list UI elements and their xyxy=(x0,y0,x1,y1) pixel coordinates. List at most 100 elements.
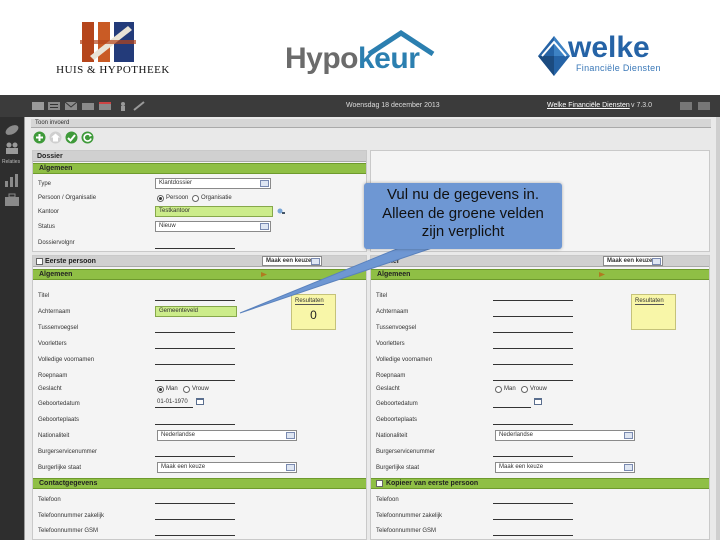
telefoon-gsm-input[interactable] xyxy=(155,535,235,536)
dossier-header: Dossier xyxy=(33,151,366,162)
p2-volledige-voornamen-input[interactable] xyxy=(493,364,573,365)
status-select[interactable]: Nieuw xyxy=(155,221,271,232)
house-icon[interactable] xyxy=(49,131,62,144)
hypokeur-logo: Hypokeur xyxy=(285,30,445,80)
geslacht-label: Geslacht xyxy=(38,386,62,392)
person1-panel: Eerste persoon Maak een keuze Algemeen T… xyxy=(32,255,367,540)
voorletters-label: Voorletters xyxy=(38,341,67,347)
calendar-icon[interactable] xyxy=(99,101,111,111)
lookup-icon[interactable] xyxy=(277,208,285,215)
add-icon[interactable] xyxy=(33,131,46,144)
tussenvoegsel-input[interactable] xyxy=(155,332,235,333)
folder-icon[interactable] xyxy=(82,101,94,111)
callout-line-2: Alleen de groene velden xyxy=(382,204,544,222)
p2-burgerservicenummer-input[interactable] xyxy=(493,456,573,457)
person2-type-value: Maak een keuze xyxy=(607,258,653,264)
pen-icon[interactable] xyxy=(133,101,145,111)
callout-text: Vul nu de gegevens in. Alleen de groene … xyxy=(364,186,562,242)
titel-input[interactable] xyxy=(155,300,235,301)
person1-type-select[interactable]: Maak een keuze xyxy=(262,256,322,266)
radio-man[interactable] xyxy=(157,386,164,393)
callout-line-1: Vul nu de gegevens in. xyxy=(386,186,540,203)
welke-diamond-icon xyxy=(538,36,570,76)
arrow-icon[interactable] xyxy=(261,271,269,278)
person2-results-box: Resultaten xyxy=(631,294,676,330)
achternaam-field[interactable]: Gemeenteveld xyxy=(155,306,237,317)
burgerservicenummer-input[interactable] xyxy=(155,456,235,457)
p2-radio-man-label: Man xyxy=(504,386,516,392)
nationaliteit-select[interactable]: Nederlandse xyxy=(157,430,297,441)
people-icon[interactable] xyxy=(4,141,20,155)
geboorteplaats-input[interactable] xyxy=(155,424,235,425)
person1-checkbox[interactable] xyxy=(36,258,43,265)
copy-from-first-checkbox[interactable] xyxy=(376,480,383,487)
type-select[interactable]: Klantdossier xyxy=(155,178,271,189)
p2-radio-vrouw[interactable] xyxy=(521,386,528,393)
p2-tussenvoegsel-label: Tussenvoegsel xyxy=(376,325,417,331)
p2-geboorteplaats-input[interactable] xyxy=(493,424,573,425)
p2-radio-man[interactable] xyxy=(495,386,502,393)
geboortedatum-underline xyxy=(155,407,193,408)
p2-telefoon-zakelijk-input[interactable] xyxy=(493,519,573,520)
p2-voorletters-input[interactable] xyxy=(493,348,573,349)
p2-geslacht-label: Geslacht xyxy=(376,386,400,392)
check-icon[interactable] xyxy=(65,131,78,144)
person1-section-header: Algemeen xyxy=(33,269,366,280)
company-link[interactable]: Welke Financiële Diensten xyxy=(547,102,630,109)
burgerlijke-staat-label: Burgerlijke staat xyxy=(38,465,82,471)
welke-subtitle: Financiële Diensten xyxy=(576,63,661,73)
mail-icon[interactable] xyxy=(65,101,77,111)
radio-organisatie[interactable] xyxy=(192,195,199,202)
dossiervolgnr-input[interactable] xyxy=(155,248,235,249)
p2-volledige-voornamen-label: Volledige voornamen xyxy=(376,357,433,363)
chart-icon[interactable] xyxy=(4,173,20,187)
status-label: Status xyxy=(38,224,56,230)
refresh-icon[interactable] xyxy=(81,131,94,144)
radio-vrouw[interactable] xyxy=(183,386,190,393)
briefcase-icon[interactable] xyxy=(4,193,20,207)
dossier-section-header: Algemeen xyxy=(33,163,366,174)
p2-telefoon-label: Telefoon xyxy=(376,497,399,503)
telefoon-zakelijk-label: Telefoonnummer zakelijk xyxy=(38,513,105,519)
p2-achternaam-input[interactable] xyxy=(493,316,573,317)
p2-nationaliteit-select[interactable]: Nederlandse xyxy=(495,430,635,441)
p2-burgerlijke-staat-select[interactable]: Maak een keuze xyxy=(495,462,635,473)
p2-geboortedatum-label: Geboortedatum xyxy=(376,401,418,407)
telefoon-gsm-label: Telefoonnummer GSM xyxy=(38,528,99,534)
roepnaam-input[interactable] xyxy=(155,380,235,381)
person2-type-select[interactable]: Maak een keuze xyxy=(603,256,663,266)
achternaam-label: Achternaam xyxy=(38,309,71,315)
kantoor-field[interactable]: Testkantoor xyxy=(155,206,273,217)
p2-roepnaam-input[interactable] xyxy=(493,380,573,381)
geboortedatum-value[interactable]: 01-01-1970 xyxy=(157,399,188,405)
radio-vrouw-label: Vrouw xyxy=(192,386,209,392)
person2-section-header: Algemeen xyxy=(371,269,709,280)
type-label: Type xyxy=(38,181,52,187)
p2-tussenvoegsel-input[interactable] xyxy=(493,332,573,333)
window-controls-icon[interactable] xyxy=(680,101,714,111)
burgerlijke-staat-select[interactable]: Maak een keuze xyxy=(157,462,297,473)
telefoon-zakelijk-input[interactable] xyxy=(155,519,235,520)
calendar-icon[interactable] xyxy=(534,398,542,405)
calendar-icon[interactable] xyxy=(196,398,204,405)
radio-persoon[interactable] xyxy=(157,195,164,202)
screenshot-slide: HUIS & HYPOTHEEK Hypokeur welke Financië… xyxy=(0,0,720,540)
voorletters-input[interactable] xyxy=(155,348,235,349)
person-icon[interactable] xyxy=(117,101,129,111)
grid-icon[interactable] xyxy=(32,101,44,111)
telefoon-input[interactable] xyxy=(155,503,235,504)
p2-radio-vrouw-label: Vrouw xyxy=(530,386,547,392)
p2-titel-input[interactable] xyxy=(493,300,573,301)
leaf-icon[interactable] xyxy=(4,123,20,137)
current-date: Woensdag 18 december 2013 xyxy=(346,102,440,109)
form-toolbar xyxy=(31,129,111,145)
p2-geboortedatum-input[interactable] xyxy=(493,407,531,408)
volledige-voornamen-input[interactable] xyxy=(155,364,235,365)
p2-telefoon-input[interactable] xyxy=(493,503,573,504)
arrow-icon[interactable] xyxy=(599,271,607,278)
burgerservicenummer-label: Burgerservicenummer xyxy=(38,449,98,455)
geboortedatum-label: Geboortedatum xyxy=(38,401,80,407)
list-icon[interactable] xyxy=(48,101,60,111)
right-scroll-edge xyxy=(716,117,720,540)
p2-telefoon-gsm-input[interactable] xyxy=(493,535,573,536)
